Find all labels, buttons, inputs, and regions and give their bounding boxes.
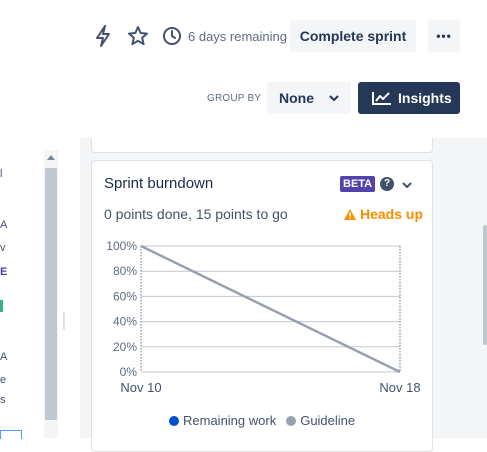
- card-title: Sprint burndown: [104, 175, 214, 192]
- heads-up-link[interactable]: Heads up: [343, 206, 423, 222]
- chart-trend-icon: [372, 90, 392, 106]
- points-summary: 0 points done, 15 points to go: [104, 206, 288, 222]
- fragment-text: E: [0, 266, 8, 278]
- group-by-label: GROUP BY: [207, 93, 262, 104]
- more-icon: •••: [436, 29, 452, 43]
- y-tick-label: 100%: [106, 239, 137, 253]
- star-icon[interactable]: [126, 24, 150, 48]
- panel-resize-handle[interactable]: [63, 312, 65, 330]
- previous-insight-card: [91, 138, 433, 153]
- warning-icon: [343, 208, 357, 221]
- legend-label-guideline: Guideline: [300, 413, 356, 428]
- scroll-up-arrow-icon[interactable]: [47, 155, 55, 160]
- fragment-text: v: [0, 242, 6, 254]
- chart-legend: Remaining work Guideline: [169, 413, 355, 428]
- x-tick-label: Nov 10: [120, 380, 161, 395]
- fragment-status-mark: [0, 300, 3, 312]
- insights-button[interactable]: Insights: [358, 82, 460, 114]
- heads-up-label: Heads up: [360, 206, 424, 222]
- y-tick-label: 80%: [113, 264, 137, 278]
- fragment-text: l: [0, 168, 3, 180]
- fragment-text: s: [0, 394, 6, 406]
- group-by-select[interactable]: None: [267, 82, 351, 114]
- x-tick-label: Nov 18: [379, 380, 420, 395]
- group-by-value: None: [279, 90, 314, 106]
- legend-swatch-remaining: [169, 415, 179, 426]
- clock-icon: [162, 26, 182, 46]
- y-tick-label: 40%: [113, 315, 137, 329]
- fragment-text: A: [0, 219, 8, 231]
- insights-label: Insights: [398, 90, 452, 106]
- fragment-text: e: [0, 374, 7, 386]
- chart-x-axis: Nov 10 Nov 18: [120, 380, 420, 395]
- chevron-down-icon: [328, 92, 340, 104]
- help-icon[interactable]: ?: [380, 177, 394, 191]
- days-remaining-text: 6 days remaining: [188, 29, 287, 44]
- fragment-text: A: [0, 351, 8, 363]
- complete-sprint-button[interactable]: Complete sprint: [290, 20, 416, 52]
- automation-bolt-icon[interactable]: [91, 24, 115, 48]
- insights-scrollbar[interactable]: [483, 225, 487, 345]
- card-menu-chevron-icon[interactable]: [401, 178, 413, 196]
- legend-label-remaining: Remaining work: [183, 413, 277, 428]
- sprint-burndown-card: Sprint burndown BETA ? 0 points done, 15…: [91, 160, 433, 452]
- backlog-scrollbar-thumb[interactable]: [45, 168, 57, 420]
- y-tick-label: 20%: [113, 340, 137, 354]
- y-tick-label: 60%: [113, 289, 137, 303]
- burndown-chart: 100% 80% 60% 40% 20% 0% Nov 10 Nov 18: [106, 239, 420, 395]
- chart-series: [140, 244, 401, 374]
- more-actions-button[interactable]: •••: [428, 20, 460, 52]
- legend-swatch-guideline: [286, 415, 297, 426]
- series-line-guideline: [140, 244, 401, 374]
- y-tick-label: 0%: [120, 365, 138, 379]
- beta-badge: BETA: [340, 176, 376, 192]
- chart-y-axis: 100% 80% 60% 40% 20% 0%: [106, 239, 137, 379]
